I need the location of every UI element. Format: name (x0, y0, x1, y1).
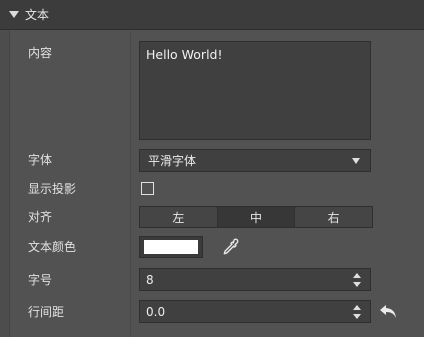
content-textarea[interactable]: Hello World! (139, 41, 371, 140)
spinner-arrows-icon[interactable] (352, 273, 362, 287)
collapse-triangle-icon[interactable] (9, 11, 19, 18)
spinner-up-icon[interactable] (353, 273, 361, 278)
line-spacing-label: 行间距 (28, 305, 65, 319)
panel-edge (0, 30, 10, 337)
align-right-option[interactable]: 右 (295, 207, 373, 227)
text-color-swatch[interactable] (139, 236, 203, 258)
spinner-arrows-icon[interactable] (352, 305, 362, 319)
label-column-divider (130, 30, 131, 337)
align-left-option[interactable]: 左 (140, 207, 217, 227)
font-size-label: 字号 (28, 273, 53, 287)
text-section-header[interactable]: 文本 (0, 0, 424, 30)
content-label: 内容 (28, 46, 53, 60)
align-center-option[interactable]: 中 (217, 207, 295, 227)
line-spacing-value: 0.0 (146, 304, 166, 319)
section-title: 文本 (25, 8, 50, 22)
spinner-down-icon[interactable] (353, 314, 361, 319)
dropdown-arrow-icon (352, 158, 360, 164)
spinner-up-icon[interactable] (353, 305, 361, 310)
align-label: 对齐 (28, 210, 53, 224)
line-spacing-spinner[interactable]: 0.0 (139, 300, 371, 323)
eyedropper-icon[interactable] (220, 237, 240, 257)
font-label: 字体 (28, 153, 53, 167)
font-size-value: 8 (146, 272, 154, 287)
font-select[interactable]: 平滑字体 (139, 149, 371, 172)
shadow-label: 显示投影 (28, 182, 77, 196)
font-size-spinner[interactable]: 8 (139, 268, 371, 291)
font-select-value: 平滑字体 (148, 154, 197, 168)
text-color-label: 文本颜色 (28, 240, 77, 254)
undo-icon[interactable] (378, 302, 400, 322)
color-swatch-fill (144, 240, 198, 254)
align-segmented-control: 左 中 右 (139, 206, 373, 228)
spinner-down-icon[interactable] (353, 282, 361, 287)
shadow-checkbox[interactable] (141, 182, 154, 195)
